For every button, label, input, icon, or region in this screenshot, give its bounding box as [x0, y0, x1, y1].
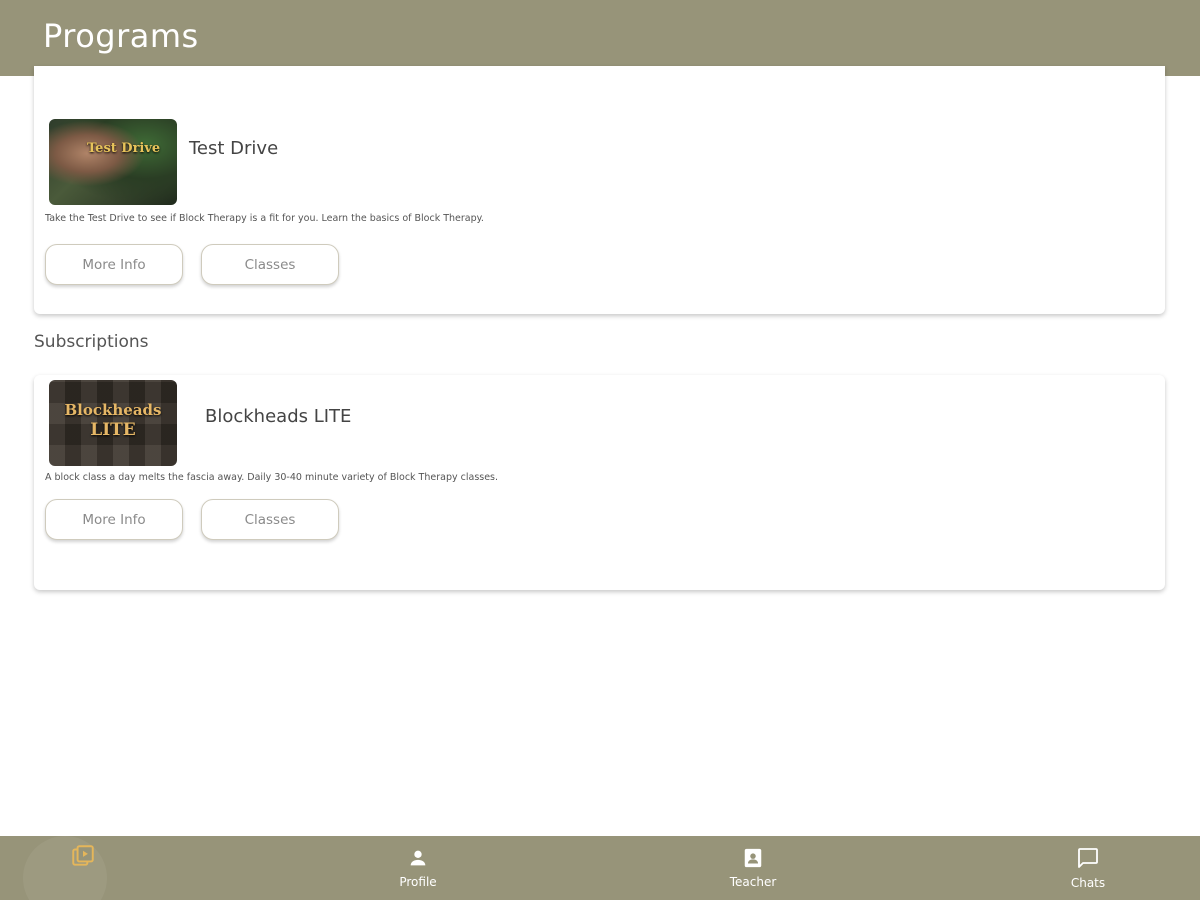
- video-library-icon: [70, 843, 96, 873]
- thumbnail-text-line2: LITE: [90, 420, 136, 440]
- subscription-card-blockheads-lite: Blockheads LITE Blockheads LITE A block …: [34, 375, 1165, 590]
- more-info-button[interactable]: More Info: [45, 499, 183, 540]
- thumbnail-text: Test Drive: [87, 141, 161, 156]
- nav-label-chats: Chats: [1070, 876, 1106, 890]
- program-description: Take the Test Drive to see if Block Ther…: [45, 213, 484, 224]
- subscription-name[interactable]: Blockheads LITE: [205, 406, 351, 427]
- classes-button[interactable]: Classes: [201, 244, 339, 285]
- nav-label-teacher: Teacher: [729, 875, 777, 889]
- subscription-description: A block class a day melts the fascia awa…: [45, 472, 499, 483]
- program-card-test-drive: Test Drive Test Drive Take the Test Driv…: [34, 66, 1165, 314]
- program-thumbnail[interactable]: Test Drive: [49, 119, 177, 205]
- page-title: Programs: [43, 17, 199, 55]
- more-info-button[interactable]: More Info: [45, 244, 183, 285]
- thumbnail-text: Blockheads LITE: [49, 400, 177, 440]
- nav-item-profile[interactable]: Profile: [358, 836, 478, 900]
- chat-bubble-icon: [1076, 846, 1100, 874]
- nav-item-chats[interactable]: Chats: [1028, 836, 1148, 900]
- nav-label-profile: Profile: [399, 875, 437, 889]
- subscription-thumbnail[interactable]: Blockheads LITE: [49, 380, 177, 466]
- programs-content[interactable]: Test Drive Test Drive Take the Test Driv…: [0, 66, 1200, 836]
- person-icon: [407, 847, 429, 873]
- bottom-navigation: Profile Teacher Chats: [0, 836, 1200, 920]
- app-header: Programs: [0, 0, 1200, 76]
- classes-button[interactable]: Classes: [201, 499, 339, 540]
- nav-item-teacher[interactable]: Teacher: [693, 836, 813, 900]
- contact-card-icon: [742, 847, 764, 873]
- subscriptions-heading: Subscriptions: [34, 332, 149, 352]
- program-name[interactable]: Test Drive: [189, 138, 278, 159]
- nav-item-programs[interactable]: [23, 836, 143, 920]
- thumbnail-text-line1: Blockheads: [64, 401, 162, 419]
